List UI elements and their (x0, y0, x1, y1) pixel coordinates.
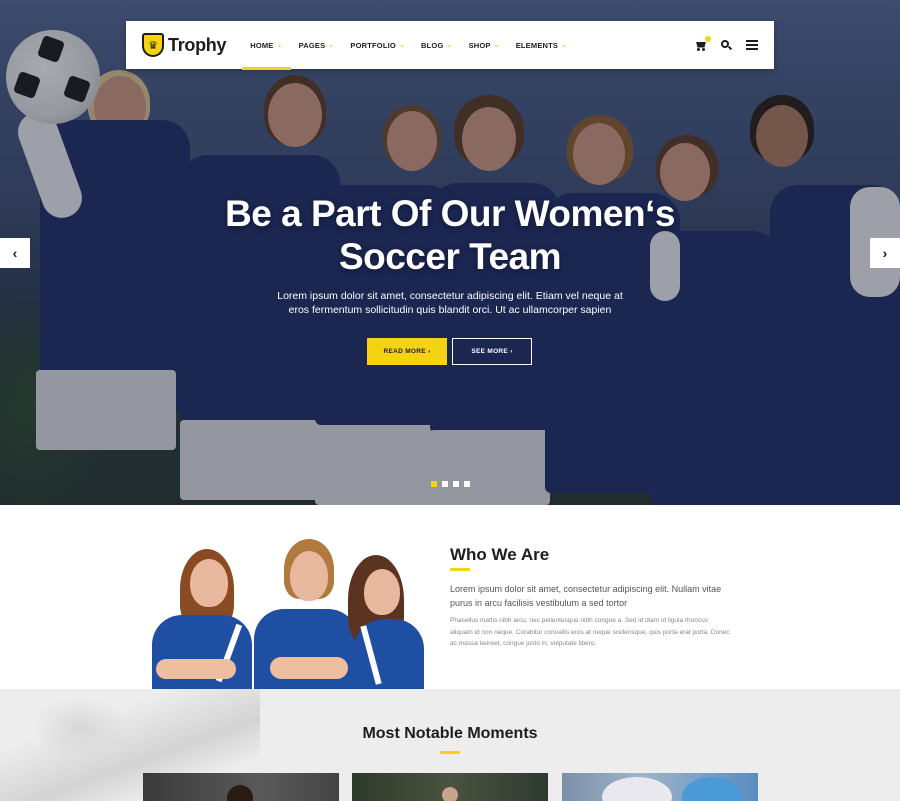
nav-item-pages[interactable]: PAGES ⌄ (291, 21, 343, 69)
brand-logo[interactable]: ♛ Trophy (142, 33, 227, 57)
read-more-label: READ MORE (383, 348, 426, 355)
slider-dot-1[interactable] (431, 481, 437, 487)
nav-item-label: HOME (250, 40, 274, 50)
moment-card[interactable] (562, 773, 758, 801)
team-member (250, 539, 360, 689)
chevron-left-icon: ‹ (12, 245, 18, 261)
nav-item-elements[interactable]: ELEMENTS ⌄ (508, 21, 576, 69)
notable-moments-section: Most Notable Moments (0, 689, 900, 801)
nav-item-shop[interactable]: SHOP ⌄ (461, 21, 508, 69)
who-we-are-section: Who We Are Lorem ipsum dolor sit amet, c… (0, 505, 900, 689)
chevron-down-icon: ⌄ (446, 42, 453, 49)
title-underline (440, 751, 460, 754)
nav-icons (695, 35, 758, 51)
nav-item-label: PAGES (298, 40, 326, 50)
hero-title-line: Soccer Team (338, 236, 562, 277)
chevron-down-icon: ⌄ (328, 42, 335, 49)
slider-next-button[interactable]: › (870, 238, 900, 268)
slider-pagination (431, 481, 470, 487)
slider-dot-2[interactable] (442, 481, 448, 487)
chevron-down-icon: ⌄ (493, 42, 500, 49)
hero-title-line: Be a Part Of Our Women‘s (225, 193, 675, 234)
search-icon[interactable] (721, 39, 733, 51)
cart-icon[interactable] (695, 35, 711, 51)
nav-item-home[interactable]: HOME ⌄ (242, 21, 291, 70)
slider-prev-button[interactable]: ‹ (0, 238, 30, 268)
section-title: Most Notable Moments (362, 725, 538, 742)
trophy-icon: ♛ (142, 33, 164, 57)
hero-slider: Be a Part Of Our Women‘s Soccer Team Lor… (0, 0, 900, 505)
nav-item-label: PORTFOLIO (350, 40, 396, 50)
who-body-text: Phasellus mattis nibh arcu, nec pellente… (450, 617, 730, 647)
chevron-right-icon: › (508, 348, 513, 355)
nav-item-blog[interactable]: BLOG ⌄ (413, 21, 461, 69)
nav-menu: HOME ⌄ PAGES ⌄ PORTFOLIO ⌄ BLOG ⌄ SHOP ⌄… (242, 21, 576, 70)
chevron-down-icon: ⌄ (561, 42, 568, 49)
chevron-right-icon: › (882, 245, 888, 261)
team-member (146, 549, 254, 689)
nav-item-label: ELEMENTS (515, 40, 559, 50)
section-title: Who We Are (450, 545, 550, 564)
nav-item-label: BLOG (421, 40, 444, 50)
nav-item-label: SHOP (468, 40, 491, 50)
see-more-label: SEE MORE (471, 348, 509, 355)
menu-icon[interactable] (746, 40, 758, 50)
slider-dot-3[interactable] (453, 481, 459, 487)
chevron-down-icon: ⌄ (276, 42, 283, 49)
team-member (348, 555, 432, 689)
cart-badge (705, 35, 711, 42)
main-navbar: ♛ Trophy HOME ⌄ PAGES ⌄ PORTFOLIO ⌄ BLOG… (126, 21, 774, 70)
team-photo (140, 535, 430, 689)
who-lead-text: Lorem ipsum dolor sit amet, consectetur … (450, 584, 722, 608)
moment-card[interactable] (143, 773, 339, 801)
nav-item-portfolio[interactable]: PORTFOLIO ⌄ (342, 21, 413, 69)
hero-title: Be a Part Of Our Women‘s Soccer Team (0, 192, 900, 278)
see-more-button[interactable]: SEE MORE › (452, 338, 532, 365)
title-underline (450, 568, 470, 571)
chevron-down-icon: ⌄ (398, 42, 406, 49)
chevron-right-icon: › (425, 348, 431, 355)
hero-subtitle: Lorem ipsum dolor sit amet, consectetur … (277, 290, 623, 316)
brand-name: Trophy (168, 34, 227, 55)
read-more-button[interactable]: READ MORE › (367, 338, 447, 365)
slider-dot-4[interactable] (464, 481, 470, 487)
moment-card[interactable] (352, 773, 548, 801)
